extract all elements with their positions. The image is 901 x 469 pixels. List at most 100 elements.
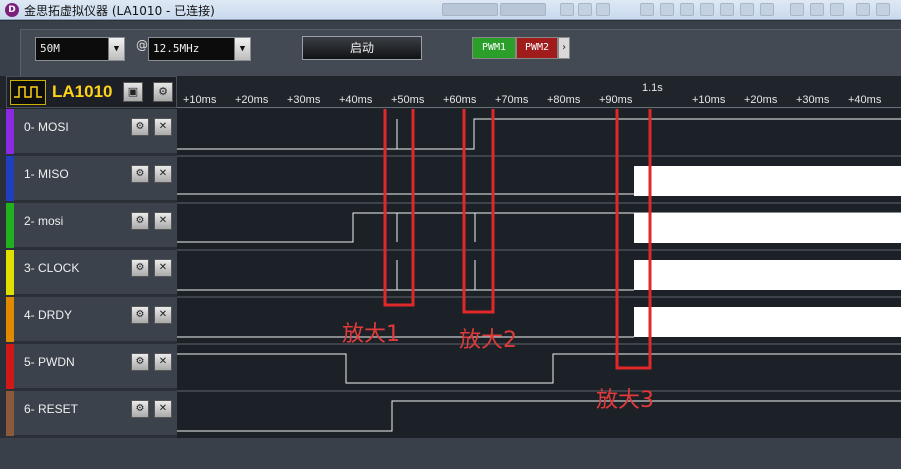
gear-icon[interactable]: ⚙ — [131, 118, 149, 136]
waveform-icon — [10, 80, 46, 105]
channel-row[interactable]: 5- PWDN ⚙ ✕ — [6, 344, 177, 389]
channel-row[interactable]: 6- RESET ⚙ ✕ — [6, 391, 177, 436]
channel-label: 5- PWDN — [24, 355, 75, 369]
title-bar-icon[interactable] — [720, 3, 734, 16]
close-icon[interactable]: ✕ — [154, 400, 172, 418]
close-icon[interactable]: ✕ — [154, 306, 172, 324]
title-bar: D 金思拓虚拟仪器 (LA1010 - 已连接) — [0, 0, 901, 20]
pwm2-button[interactable]: PWM2 — [516, 37, 558, 59]
channel-row[interactable]: 0- MOSI ⚙ ✕ — [6, 109, 177, 154]
channel-color-strip — [6, 391, 14, 436]
timeline-center-mark: 1.1s — [642, 82, 663, 94]
window-title: 金思拓虚拟仪器 (LA1010 - 已连接) — [24, 4, 215, 18]
time-tick-label: +70ms — [495, 94, 529, 106]
close-icon[interactable]: ✕ — [154, 259, 172, 277]
time-tick-label: +90ms — [599, 94, 633, 106]
channel-row[interactable]: 3- CLOCK ⚙ ✕ — [6, 250, 177, 295]
channel-label: 1- MISO — [24, 167, 69, 181]
window-icon[interactable]: ▣ — [123, 82, 143, 102]
chevron-down-icon[interactable]: ▼ — [108, 38, 124, 60]
gear-icon[interactable]: ⚙ — [131, 259, 149, 277]
ruler-line — [177, 107, 901, 108]
channel-color-strip — [6, 344, 14, 389]
sample-rate-select[interactable]: 12.5MHz ▼ — [148, 37, 251, 61]
time-tick-label: +30ms — [287, 94, 321, 106]
close-icon[interactable]: ✕ — [154, 118, 172, 136]
pwm1-button[interactable]: PWM1 — [472, 37, 516, 59]
time-tick-label: +40ms — [848, 94, 882, 106]
signal-miso-burst — [634, 166, 901, 196]
channel-row[interactable]: 4- DRDY ⚙ ✕ — [6, 297, 177, 342]
title-bar-icon[interactable] — [856, 3, 870, 16]
title-bar-icon[interactable] — [760, 3, 774, 16]
zoom3-label: 放大3 — [596, 388, 654, 413]
gear-icon[interactable]: ⚙ — [131, 353, 149, 371]
title-bar-control[interactable] — [500, 3, 546, 16]
device-panel: LA1010 ▣ ⚙ — [6, 76, 177, 108]
title-bar-icon[interactable] — [790, 3, 804, 16]
start-button[interactable]: 启动 — [302, 36, 422, 60]
title-bar-icon[interactable] — [660, 3, 674, 16]
time-tick-label: +60ms — [443, 94, 477, 106]
close-icon[interactable]: ✕ — [154, 165, 172, 183]
waveform-canvas — [177, 100, 901, 432]
signal-reset — [177, 400, 901, 432]
channel-color-strip — [6, 297, 14, 342]
time-tick-label: +50ms — [391, 94, 425, 106]
time-tick-label: +10ms — [692, 94, 726, 106]
at-label: @ — [136, 38, 148, 52]
zoom2-label: 放大2 — [459, 328, 517, 353]
title-bar-icon[interactable] — [876, 3, 890, 16]
channel-color-strip — [6, 156, 14, 201]
time-tick-label: +10ms — [183, 94, 217, 106]
title-bar-icon[interactable] — [560, 3, 574, 16]
close-icon[interactable]: ✕ — [154, 353, 172, 371]
gear-icon[interactable]: ⚙ — [131, 165, 149, 183]
zoom1-box — [383, 100, 415, 307]
pwm-next-button[interactable]: › — [558, 37, 570, 59]
close-icon[interactable]: ✕ — [154, 212, 172, 230]
title-bar-icon[interactable] — [640, 3, 654, 16]
title-bar-icon[interactable] — [830, 3, 844, 16]
time-tick-label: +20ms — [744, 94, 778, 106]
sample-rate-value: 12.5MHz — [153, 42, 200, 55]
app-logo-icon: D — [5, 3, 19, 17]
zoom2-box — [462, 100, 495, 314]
channel-color-strip — [6, 203, 14, 248]
channel-label: 3- CLOCK — [24, 261, 80, 275]
time-tick-label: +80ms — [547, 94, 581, 106]
gear-icon[interactable]: ⚙ — [153, 82, 173, 102]
device-name: LA1010 — [52, 82, 113, 101]
channel-label: 6- RESET — [24, 402, 79, 416]
signal-mosi — [177, 118, 901, 150]
title-bar-icon[interactable] — [596, 3, 610, 16]
gear-icon[interactable]: ⚙ — [131, 306, 149, 324]
title-bar-icon[interactable] — [810, 3, 824, 16]
signal-mosi-2-burst — [634, 213, 901, 243]
channel-color-strip — [6, 250, 14, 295]
time-tick-label: +30ms — [796, 94, 830, 106]
signal-drdy-burst — [634, 307, 901, 337]
sample-depth-value: 50M — [40, 42, 60, 55]
title-bar-control[interactable] — [442, 3, 498, 16]
time-tick-label: +20ms — [235, 94, 269, 106]
channel-row[interactable]: 2- mosi ⚙ ✕ — [6, 203, 177, 248]
title-bar-icon[interactable] — [700, 3, 714, 16]
signal-pwdn — [177, 353, 901, 384]
gear-icon[interactable]: ⚙ — [131, 212, 149, 230]
time-tick-label: +40ms — [339, 94, 373, 106]
sample-depth-select[interactable]: 50M ▼ — [35, 37, 125, 61]
zoom1-label: 放大1 — [342, 322, 400, 347]
title-bar-icon[interactable] — [578, 3, 592, 16]
gear-icon[interactable]: ⚙ — [131, 400, 149, 418]
channel-label: 4- DRDY — [24, 308, 73, 322]
title-bar-icon[interactable] — [740, 3, 754, 16]
toolbar: 50M ▼ @ 12.5MHz ▼ 启动 PWM1 PWM2 › — [0, 21, 901, 76]
chevron-down-icon[interactable]: ▼ — [234, 38, 250, 60]
bottom-bar — [0, 438, 901, 469]
channel-label: 2- mosi — [24, 214, 64, 228]
title-bar-icon[interactable] — [680, 3, 694, 16]
channel-color-strip — [6, 109, 14, 154]
channel-row[interactable]: 1- MISO ⚙ ✕ — [6, 156, 177, 201]
waveform-area[interactable] — [177, 100, 901, 438]
